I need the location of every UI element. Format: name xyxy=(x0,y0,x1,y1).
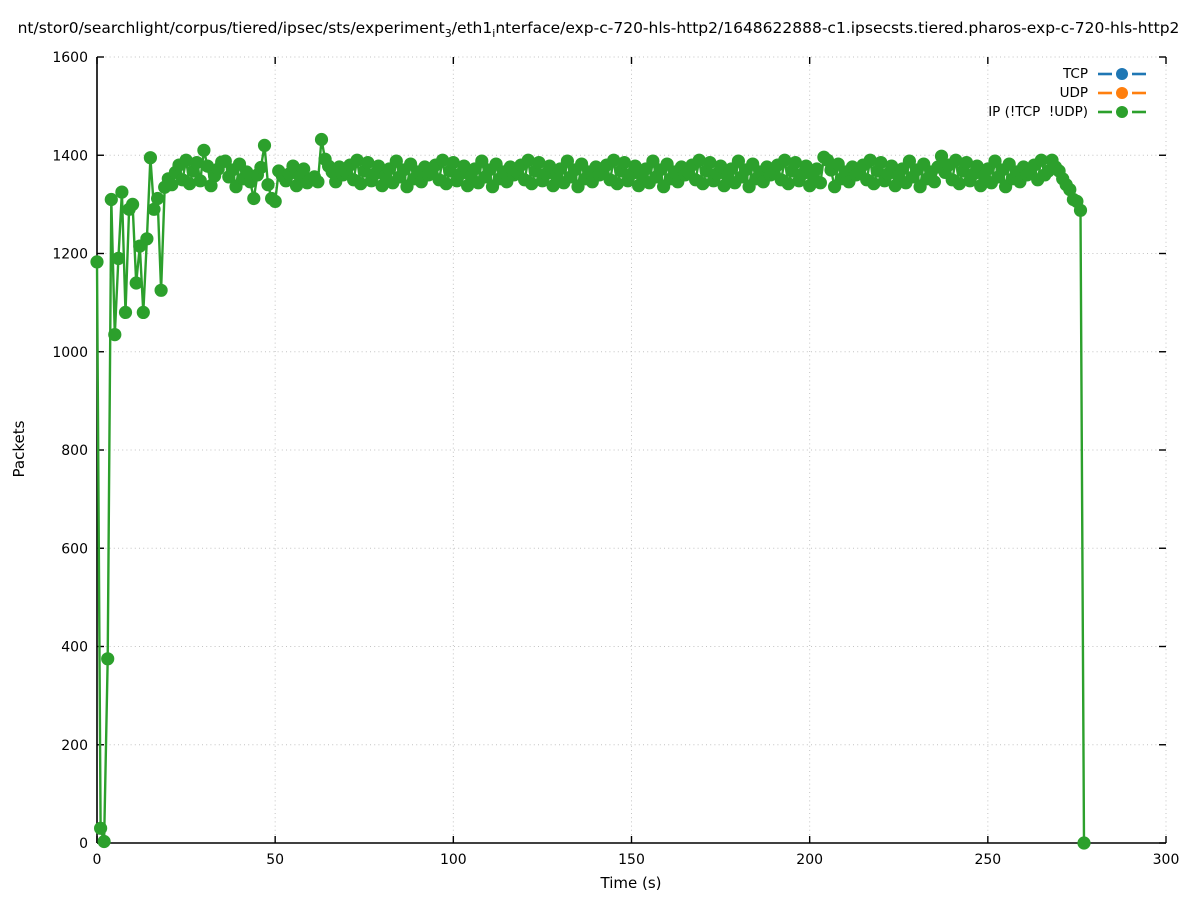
data-point xyxy=(151,191,165,206)
x-tick-label: 250 xyxy=(974,852,1001,868)
legend-label-tcp: TCP xyxy=(1062,65,1088,82)
x-tick-label: 50 xyxy=(266,852,284,868)
data-point xyxy=(927,175,942,189)
y-tick-label: 1400 xyxy=(52,148,88,164)
data-point xyxy=(108,328,122,342)
data-point xyxy=(154,283,168,297)
legend-label-ip: IP (!TCP !UDP) xyxy=(988,103,1088,120)
legend-marker-tcp-icon xyxy=(1098,67,1146,80)
y-tick-label: 1200 xyxy=(52,247,88,263)
data-point xyxy=(247,191,261,206)
y-axis-label: Packets xyxy=(10,420,28,478)
legend-marker-udp-icon xyxy=(1098,86,1146,99)
data-point xyxy=(813,176,828,190)
legend-item-udp: UDP xyxy=(988,83,1146,102)
y-tick-label: 0 xyxy=(79,836,88,852)
data-point xyxy=(314,132,329,147)
series-line xyxy=(95,138,1086,844)
data-point xyxy=(197,143,211,157)
data-point xyxy=(90,255,104,269)
data-point xyxy=(101,652,115,666)
legend-item-tcp: TCP xyxy=(988,64,1146,83)
legend: TCP UDP IP (!TCP !UDP) xyxy=(988,64,1146,121)
data-point xyxy=(254,160,268,175)
data-point xyxy=(126,197,140,211)
y-tick-label: 600 xyxy=(61,541,88,557)
x-tick-label: 150 xyxy=(618,852,645,868)
y-tick-label: 1600 xyxy=(52,50,88,66)
y-tick-label: 800 xyxy=(61,443,88,459)
y-tick-label: 400 xyxy=(61,640,88,656)
x-tick-label: 200 xyxy=(796,852,823,868)
data-point xyxy=(143,151,157,165)
legend-label-udp: UDP xyxy=(1059,84,1088,101)
x-tick-label: 300 xyxy=(1153,852,1180,868)
legend-marker-ip-icon xyxy=(1098,105,1146,118)
data-point xyxy=(129,276,143,290)
data-point xyxy=(257,138,272,152)
data-point xyxy=(111,251,125,265)
data-point xyxy=(136,305,150,319)
data-point xyxy=(1073,203,1088,217)
data-point xyxy=(810,162,824,176)
x-tick-label: 100 xyxy=(440,852,467,868)
data-point xyxy=(1077,836,1091,850)
data-point xyxy=(97,834,111,849)
data-point xyxy=(140,232,154,246)
data-point xyxy=(311,175,325,189)
data-point xyxy=(268,194,282,208)
y-tick-label: 200 xyxy=(61,738,88,754)
y-tick-label: 1000 xyxy=(52,345,88,361)
x-axis-label: Time (s) xyxy=(600,874,662,892)
data-point xyxy=(261,178,275,192)
x-tick-label: 0 xyxy=(93,852,102,868)
data-point xyxy=(118,305,133,319)
data-point xyxy=(115,185,129,199)
chart-canvas: 0 50 100 150 200 250 300 0 200 400 600 800 1000 1200 1… xyxy=(52,50,1180,868)
legend-item-ip-not-tcp-not-udp: IP (!TCP !UDP) xyxy=(988,102,1146,121)
data-point xyxy=(94,821,108,835)
